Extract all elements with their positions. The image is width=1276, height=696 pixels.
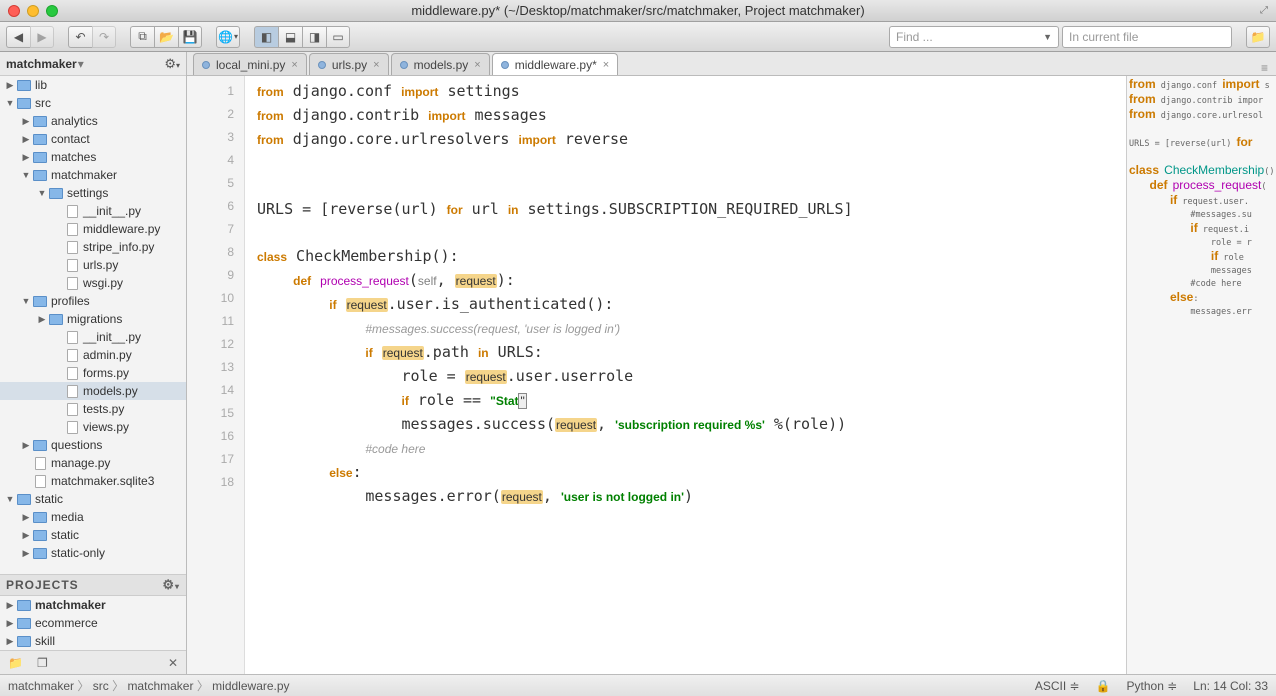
gear-icon[interactable]: ⚙▾ [164,56,180,72]
code-editor[interactable]: from django.conf import settings from dj… [245,76,1126,674]
language-selector[interactable]: Python ≑ [1127,679,1178,693]
tree-file[interactable]: forms.py [0,364,186,382]
layout-full-button[interactable]: ▭ [326,26,350,48]
projects-list: matchmakerecommerceskill [0,596,186,650]
tree-file[interactable]: admin.py [0,346,186,364]
tree-folder[interactable]: static-only [0,544,186,562]
tree-file[interactable]: manage.py [0,454,186,472]
search-field[interactable]: Find ... ▼ [889,26,1059,48]
close-tab-icon[interactable]: × [291,59,297,71]
search-dropdown-icon[interactable]: ▼ [1043,32,1052,42]
tree-folder[interactable]: settings [0,184,186,202]
project-sidebar: matchmaker▾ ⚙▾ libsrcanalyticscontactmat… [0,52,187,674]
breadcrumb-path[interactable]: matchmaker 〉 src 〉 matchmaker 〉 middlewa… [8,677,290,694]
tree-folder[interactable]: matches [0,148,186,166]
save-button[interactable]: 💾 [178,26,202,48]
browser-button[interactable]: 🌐▾ [216,26,240,48]
file-icon [202,61,210,69]
gear-icon[interactable]: ⚙▾ [162,577,180,593]
editor-tabs: local_mini.py×urls.py×models.py×middlewa… [187,52,1276,76]
nav-back-button[interactable]: ◀ [6,26,30,48]
editor-tab[interactable]: models.py× [391,53,490,75]
projects-section-header[interactable]: PROJECTS ⚙▾ [0,574,186,596]
editor-tab[interactable]: urls.py× [309,53,389,75]
tree-file[interactable]: matchmaker.sqlite3 [0,472,186,490]
encoding-selector[interactable]: ASCII ≑ [1035,679,1080,693]
nav-forward-button[interactable]: ▶ [30,26,54,48]
file-icon [400,61,408,69]
project-item[interactable]: skill [0,632,186,650]
tree-file[interactable]: middleware.py [0,220,186,238]
editor-tab[interactable]: local_mini.py× [193,53,307,75]
tree-folder[interactable]: static [0,490,186,508]
close-icon[interactable]: ✕ [168,656,178,670]
tree-file[interactable]: __init__.py [0,328,186,346]
status-bar: ASCII ≑ 🔒 Python ≑ Ln: 14 Col: 33 [1035,679,1268,693]
tree-folder[interactable]: media [0,508,186,526]
file-tree[interactable]: libsrcanalyticscontactmatchesmatchmakers… [0,76,186,574]
project-item[interactable]: ecommerce [0,614,186,632]
find-scope-field[interactable]: In current file [1062,26,1232,48]
tree-file[interactable]: __init__.py [0,202,186,220]
redo-button[interactable]: ↷ [92,26,116,48]
layout-right-button[interactable]: ◨ [302,26,326,48]
layout-bottom-button[interactable]: ⬓ [278,26,302,48]
file-icon [318,61,326,69]
close-tab-icon[interactable]: × [474,59,480,71]
tree-folder[interactable]: migrations [0,310,186,328]
tree-folder[interactable]: questions [0,436,186,454]
tree-file[interactable]: wsgi.py [0,274,186,292]
tree-folder[interactable]: src [0,94,186,112]
editor-area: local_mini.py×urls.py×models.py×middlewa… [187,52,1276,674]
window-title: middleware.py* (~/Desktop/matchmaker/src… [0,3,1276,18]
sidebar-bottom-bar: 📁 ❐ ✕ [0,650,186,674]
search-placeholder: Find ... [896,30,933,44]
cursor-position[interactable]: Ln: 14 Col: 33 [1193,679,1268,693]
editor-tab[interactable]: middleware.py*× [492,53,618,75]
close-tab-icon[interactable]: × [603,59,609,71]
tree-file[interactable]: tests.py [0,400,186,418]
main-area: matchmaker▾ ⚙▾ libsrcanalyticscontactmat… [0,52,1276,674]
tree-folder[interactable]: profiles [0,292,186,310]
project-header[interactable]: matchmaker▾ ⚙▾ [0,52,186,76]
tree-file[interactable]: stripe_info.py [0,238,186,256]
tree-folder[interactable]: lib [0,76,186,94]
minimap[interactable]: from django.conf import s from django.co… [1126,76,1276,674]
open-button[interactable]: 📂 [154,26,178,48]
tree-folder[interactable]: contact [0,130,186,148]
tree-file[interactable]: views.py [0,418,186,436]
lock-icon[interactable]: 🔒 [1096,679,1111,693]
tab-menu-icon[interactable]: ≡ [1253,61,1276,75]
project-item[interactable]: matchmaker [0,596,186,614]
undo-button[interactable]: ↶ [68,26,92,48]
file-icon [501,61,509,69]
folder-icon[interactable]: 📁 [8,656,23,670]
breadcrumb-bar: matchmaker 〉 src 〉 matchmaker 〉 middlewa… [0,674,1276,696]
find-button[interactable]: 📁 [1246,26,1270,48]
tree-folder[interactable]: analytics [0,112,186,130]
line-gutter[interactable]: 123456789101112131415161718 [187,76,245,674]
close-tab-icon[interactable]: × [373,59,379,71]
window-icon[interactable]: ❐ [37,656,48,670]
main-toolbar: ◀ ▶ ↶ ↷ ⧉ 📂 💾 🌐▾ ◧ ⬓ ◨ ▭ Find ... ▼ In c… [0,22,1276,52]
layout-left-button[interactable]: ◧ [254,26,278,48]
window-titlebar: middleware.py* (~/Desktop/matchmaker/src… [0,0,1276,22]
tree-file[interactable]: urls.py [0,256,186,274]
tree-folder[interactable]: matchmaker [0,166,186,184]
tree-file[interactable]: models.py [0,382,186,400]
copy-button[interactable]: ⧉ [130,26,154,48]
tree-folder[interactable]: static [0,526,186,544]
